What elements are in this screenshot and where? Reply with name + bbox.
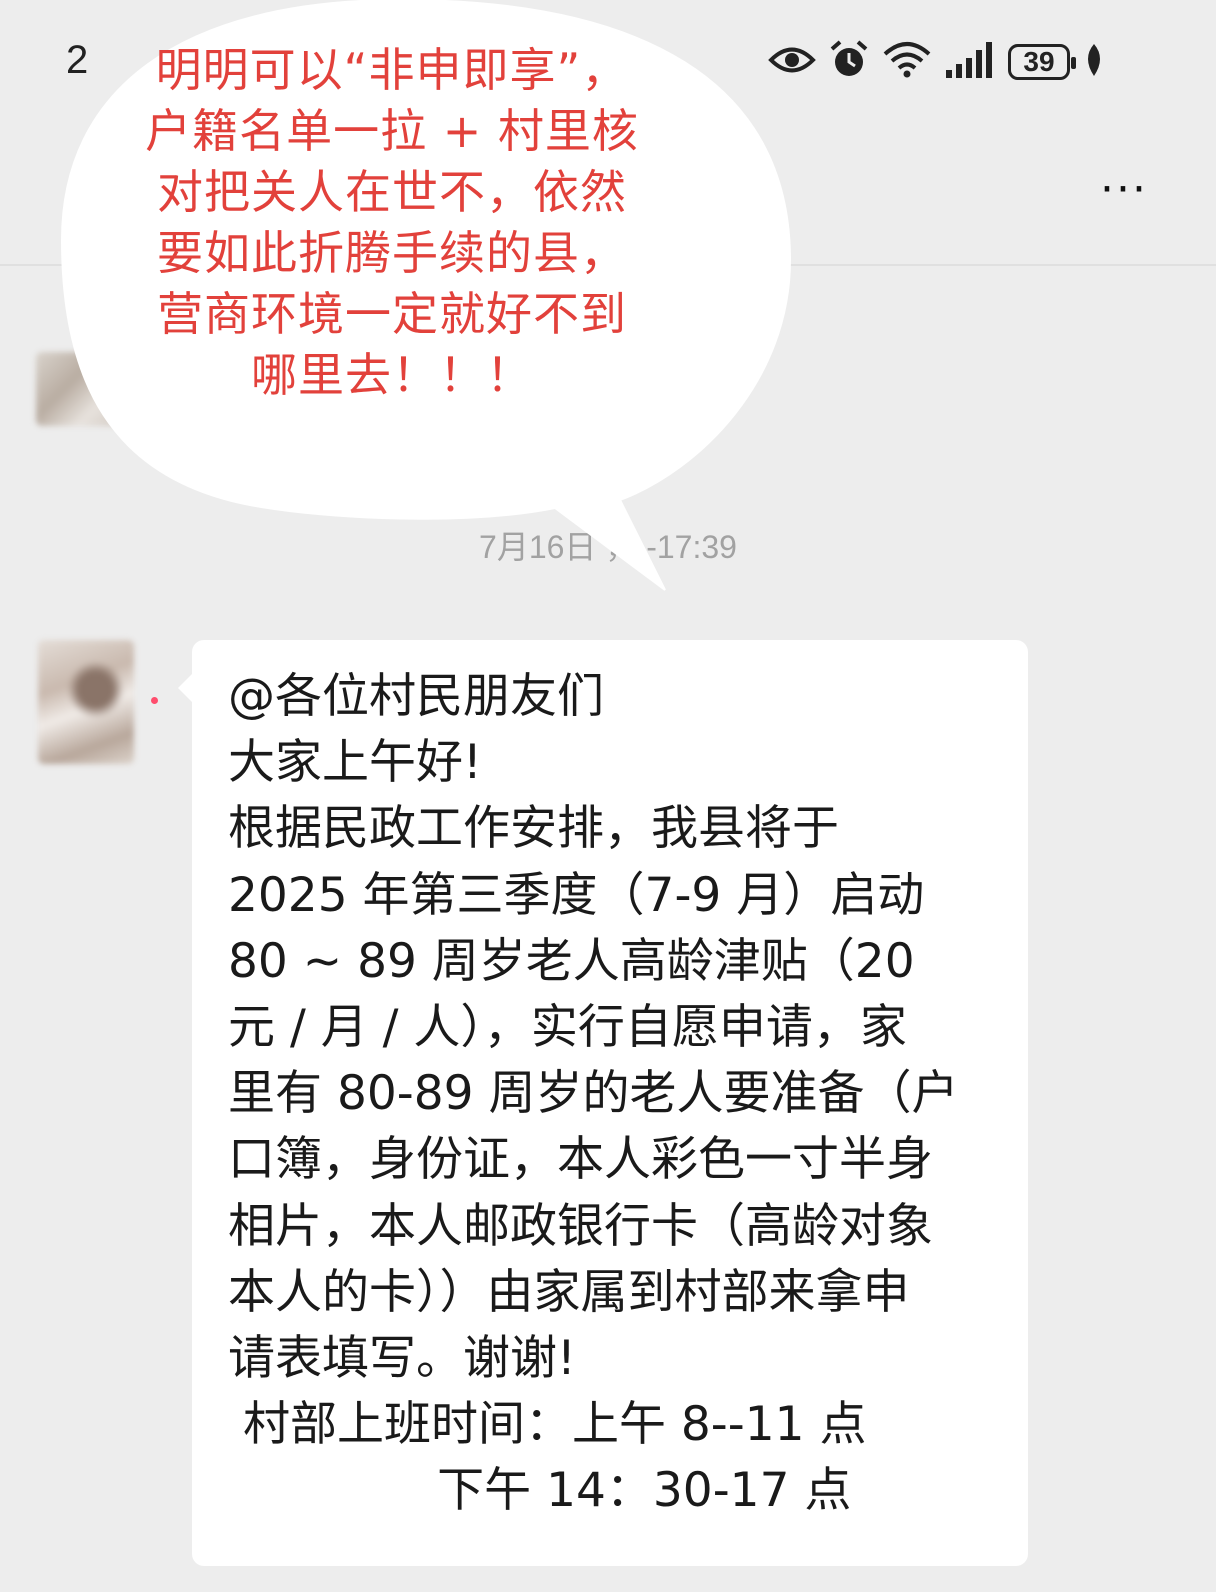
message-line: 大家上午好!	[228, 735, 482, 791]
message-timestamp: 7月16日 ， -17:39	[479, 529, 737, 565]
message-line: 80 ~ 89 周岁老人高龄津贴（20	[228, 933, 915, 989]
chat-message-bubble[interactable]: @各位村民朋友们 大家上午好! 根据民政工作安排，我县将于 2025 年第三季度…	[178, 640, 1028, 1566]
message-text: @各位村民朋友们 大家上午好! 根据民政工作安排，我县将于 2025 年第三季度…	[228, 664, 1008, 1525]
message-line: 村部上班时间：上午 8--11 点	[228, 1397, 867, 1453]
message-line: 里有 80-89 周岁的老人要准备（户	[228, 1066, 959, 1122]
more-options-button[interactable]: ···	[1100, 168, 1148, 212]
message-line: 本人的卡））由家属到村部来拿申	[228, 1264, 910, 1320]
message-line: 元 / 月 / 人），实行自愿申请，家	[228, 1000, 907, 1056]
message-line: 根据民政工作安排，我县将于	[228, 801, 839, 857]
message-line: @各位村民朋友们	[228, 669, 604, 724]
message-line: 请表填写。谢谢!	[228, 1331, 576, 1387]
message-line: 口簿，身份证，本人彩色一寸半身	[228, 1132, 933, 1188]
annotation-text: 明明可以“非申即享”， 户籍名单一拉 + 村里核 对把关人在世不，依然 要如此折…	[145, 43, 639, 402]
header-divider	[0, 264, 1216, 266]
unread-dot	[151, 697, 158, 704]
alarm-icon	[828, 39, 870, 85]
signal-icon	[944, 40, 996, 84]
status-icons: 39	[768, 36, 1106, 88]
message-line: 相片，本人邮政银行卡（高龄对象	[228, 1198, 933, 1254]
status-time: 2	[66, 38, 89, 82]
message-line: 2025 年第三季度（7-9 月）启动	[228, 867, 925, 923]
eye-icon	[768, 43, 816, 81]
avatar[interactable]	[36, 352, 126, 426]
wifi-icon	[882, 40, 932, 84]
battery-icon: 39	[1008, 44, 1076, 80]
message-line: 下午 14：30-17 点	[228, 1463, 852, 1519]
sender-avatar[interactable]	[38, 640, 134, 764]
leaf-icon	[1082, 42, 1106, 82]
